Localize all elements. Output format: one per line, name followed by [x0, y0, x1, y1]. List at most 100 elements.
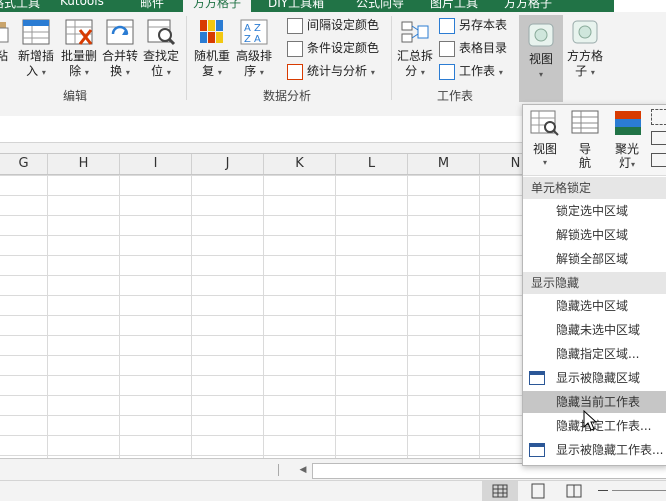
menu-item-show-hidden-range[interactable]: 显示被隐藏区域: [523, 367, 666, 389]
grid-column-line: [47, 175, 48, 458]
column-header-l[interactable]: L: [336, 154, 408, 174]
worksheet-button[interactable]: 工作表 ▾: [439, 62, 503, 80]
ribbon: 粘 新增插 入 ▾ 批量删 除 ▾ 合并转 换 ▾ 查找定 位 ▾ 编辑 随机重…: [0, 12, 666, 105]
menu-item-unlock-selected[interactable]: 解锁选中区域: [523, 224, 666, 246]
group-divider: [186, 16, 187, 100]
tab-format-tools[interactable]: 格式工具: [0, 0, 40, 12]
grid-column-line: [479, 175, 480, 458]
menu-navigation-button[interactable]: 导 航: [567, 107, 603, 170]
menu-view-button[interactable]: 视图 ▾: [527, 107, 563, 170]
tab-kutools[interactable]: Kutools: [60, 0, 104, 12]
random-repeat-icon: [197, 18, 227, 46]
fangfang-icon: [570, 18, 600, 46]
menu-item-hide-unselected[interactable]: 隐藏未选中区域: [523, 319, 666, 341]
batch-delete-icon: [64, 18, 94, 46]
add-insert-label: 新增插 入 ▾: [17, 49, 54, 78]
sheet-catalog-icon: [439, 40, 455, 57]
stats-analysis-button[interactable]: 统计与分析 ▾: [287, 62, 375, 80]
save-sheet-icon: [439, 17, 455, 34]
tab-diy-toolbox[interactable]: DIY工具箱: [268, 0, 324, 12]
advanced-sort-label: 高级排 序 ▾: [235, 49, 272, 78]
navigation-icon: [571, 110, 599, 134]
tab-strip-search-box[interactable]: [614, 0, 666, 12]
zoom-out-icon[interactable]: [598, 490, 608, 491]
edit-group-label: 编辑: [62, 89, 87, 103]
column-header-h[interactable]: H: [48, 154, 120, 174]
section-cell-lock: 单元格锁定: [523, 177, 666, 199]
grid-column-line: [191, 175, 192, 458]
menu-spotlight-button[interactable]: 聚光 灯▾: [607, 107, 647, 172]
insert-rows-icon: [21, 18, 51, 46]
interval-color-button[interactable]: 间隔设定颜色: [287, 16, 379, 34]
tab-picture-tools[interactable]: 图片工具: [430, 0, 478, 12]
tab-splitter-handle[interactable]: [278, 464, 279, 476]
menu-item-lock-selected[interactable]: 锁定选中区域: [523, 200, 666, 222]
tab-fangfang-active[interactable]: 方方格子: [183, 0, 252, 12]
sheet-catalog-button[interactable]: 表格目录: [439, 39, 507, 57]
merge-convert-icon: [105, 18, 135, 46]
section-show-hide: 显示隐藏: [523, 272, 666, 294]
tab-mail[interactable]: 邮件: [140, 0, 164, 12]
paste-icon: [0, 18, 10, 46]
condition-color-icon: [287, 40, 303, 57]
batch-delete-button[interactable]: 批量删 除 ▾: [58, 18, 100, 80]
condition-color-label: 条件设定颜色: [307, 41, 380, 55]
column-header-k[interactable]: K: [264, 154, 336, 174]
copy-sheet-icon[interactable]: [651, 131, 666, 145]
view-label: 视图: [528, 52, 553, 66]
scroll-left-icon[interactable]: ◀: [296, 463, 310, 477]
condition-color-button[interactable]: 条件设定颜色: [287, 39, 379, 57]
menu-view-caret-icon: ▾: [542, 158, 547, 167]
paste-sheet-icon[interactable]: [651, 153, 666, 167]
column-header-m[interactable]: M: [408, 154, 480, 174]
worksheet-icon: [439, 63, 455, 80]
random-repeat-label: 随机重 复 ▾: [193, 49, 230, 78]
zoom-slider[interactable]: [612, 490, 666, 491]
save-sheet-button[interactable]: 另存本表: [439, 16, 507, 34]
column-header-i[interactable]: I: [120, 154, 192, 174]
find-locate-icon: [146, 18, 176, 46]
menu-navigation-label: 导 航: [578, 142, 591, 170]
page-break-view-button[interactable]: [562, 481, 586, 501]
view-dropdown-button[interactable]: 视图 ▾: [519, 15, 563, 102]
find-locate-button[interactable]: 查找定 位 ▾: [140, 18, 182, 80]
menu-item-show-hidden-range-label: 显示被隐藏区域: [556, 371, 641, 385]
summary-split-icon: [400, 18, 430, 46]
summary-split-button[interactable]: 汇总拆 分 ▾: [395, 18, 435, 80]
window-icon: [529, 443, 545, 457]
page-layout-view-button[interactable]: [526, 481, 550, 501]
menu-item-hide-specified-range[interactable]: 隐藏指定区域...: [523, 343, 666, 365]
summary-split-label: 汇总拆 分 ▾: [396, 49, 433, 78]
menu-item-hide-selected[interactable]: 隐藏选中区域: [523, 295, 666, 317]
sort-az-icon: A ZZ A: [239, 18, 269, 46]
advanced-sort-button[interactable]: A ZZ A 高级排 序 ▾: [233, 18, 275, 80]
stats-analysis-label: 统计与分析: [307, 64, 368, 78]
paste-label: 粘: [0, 49, 8, 63]
tab-fangfang-2[interactable]: 方方格子: [504, 0, 552, 12]
fangfang-button[interactable]: 方方格 子 ▾: [565, 18, 605, 80]
menu-item-unlock-all[interactable]: 解锁全部区域: [523, 248, 666, 270]
menu-item-show-hidden-sheets[interactable]: 显示被隐藏工作表...: [523, 439, 666, 461]
select-range-icon[interactable]: [651, 109, 666, 125]
window-icon: [529, 371, 545, 385]
grid-column-line: [119, 175, 120, 458]
menu-item-show-hidden-sheets-label: 显示被隐藏工作表...: [556, 443, 664, 457]
column-header-j[interactable]: J: [192, 154, 264, 174]
merge-convert-button[interactable]: 合并转 换 ▾: [100, 18, 140, 80]
stats-analysis-icon: [287, 63, 303, 80]
grid-column-line: [335, 175, 336, 458]
view-icon: [526, 21, 556, 49]
interval-color-label: 间隔设定颜色: [307, 18, 380, 32]
merge-convert-label: 合并转 换 ▾: [101, 49, 138, 78]
paste-button[interactable]: 粘: [0, 18, 14, 64]
fangfang-label: 方方格 子 ▾: [566, 49, 603, 78]
normal-view-button[interactable]: [482, 481, 518, 501]
find-locate-label: 查找定 位 ▾: [142, 49, 179, 78]
batch-delete-label: 批量删 除 ▾: [60, 49, 97, 78]
worksheet-label: 工作表: [459, 64, 496, 78]
add-insert-button[interactable]: 新增插 入 ▾: [14, 18, 58, 80]
random-repeat-button[interactable]: 随机重 复 ▾: [191, 18, 233, 80]
view-grid-icon: [530, 110, 559, 136]
column-header-g[interactable]: G: [0, 154, 48, 174]
tab-formula-wizard[interactable]: 公式向导: [356, 0, 404, 12]
